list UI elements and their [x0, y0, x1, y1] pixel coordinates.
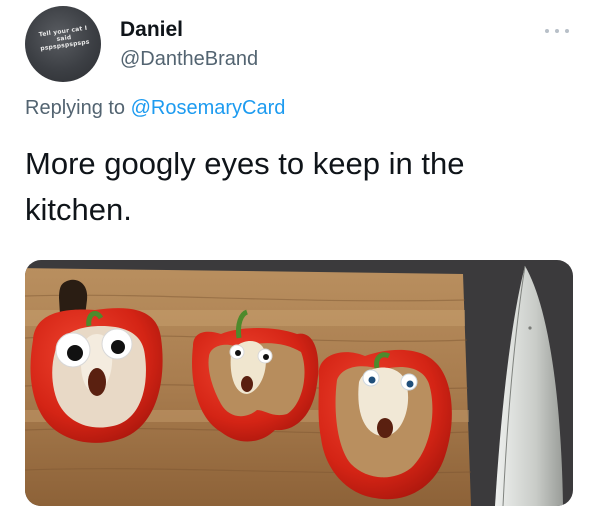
replying-to-label: Replying to — [25, 97, 126, 119]
photo-peppers-googly-eyes — [25, 260, 573, 506]
more-options-icon[interactable] — [542, 24, 572, 38]
reply-mention-link[interactable]: @RosemaryCard — [131, 97, 286, 119]
replying-to: Replying to @RosemaryCard — [25, 97, 285, 120]
avatar-shirt-text: Tell your cat I said pspspspspsps — [38, 24, 91, 53]
author-handle[interactable]: @DantheBrand — [120, 48, 258, 71]
author-display-name[interactable]: Daniel — [120, 18, 183, 42]
avatar[interactable]: Tell your cat I said pspspspspsps — [25, 6, 101, 82]
tweet-text: More googly eyes to keep in the kitchen. — [25, 146, 465, 227]
tweet-media-image[interactable] — [25, 260, 573, 506]
